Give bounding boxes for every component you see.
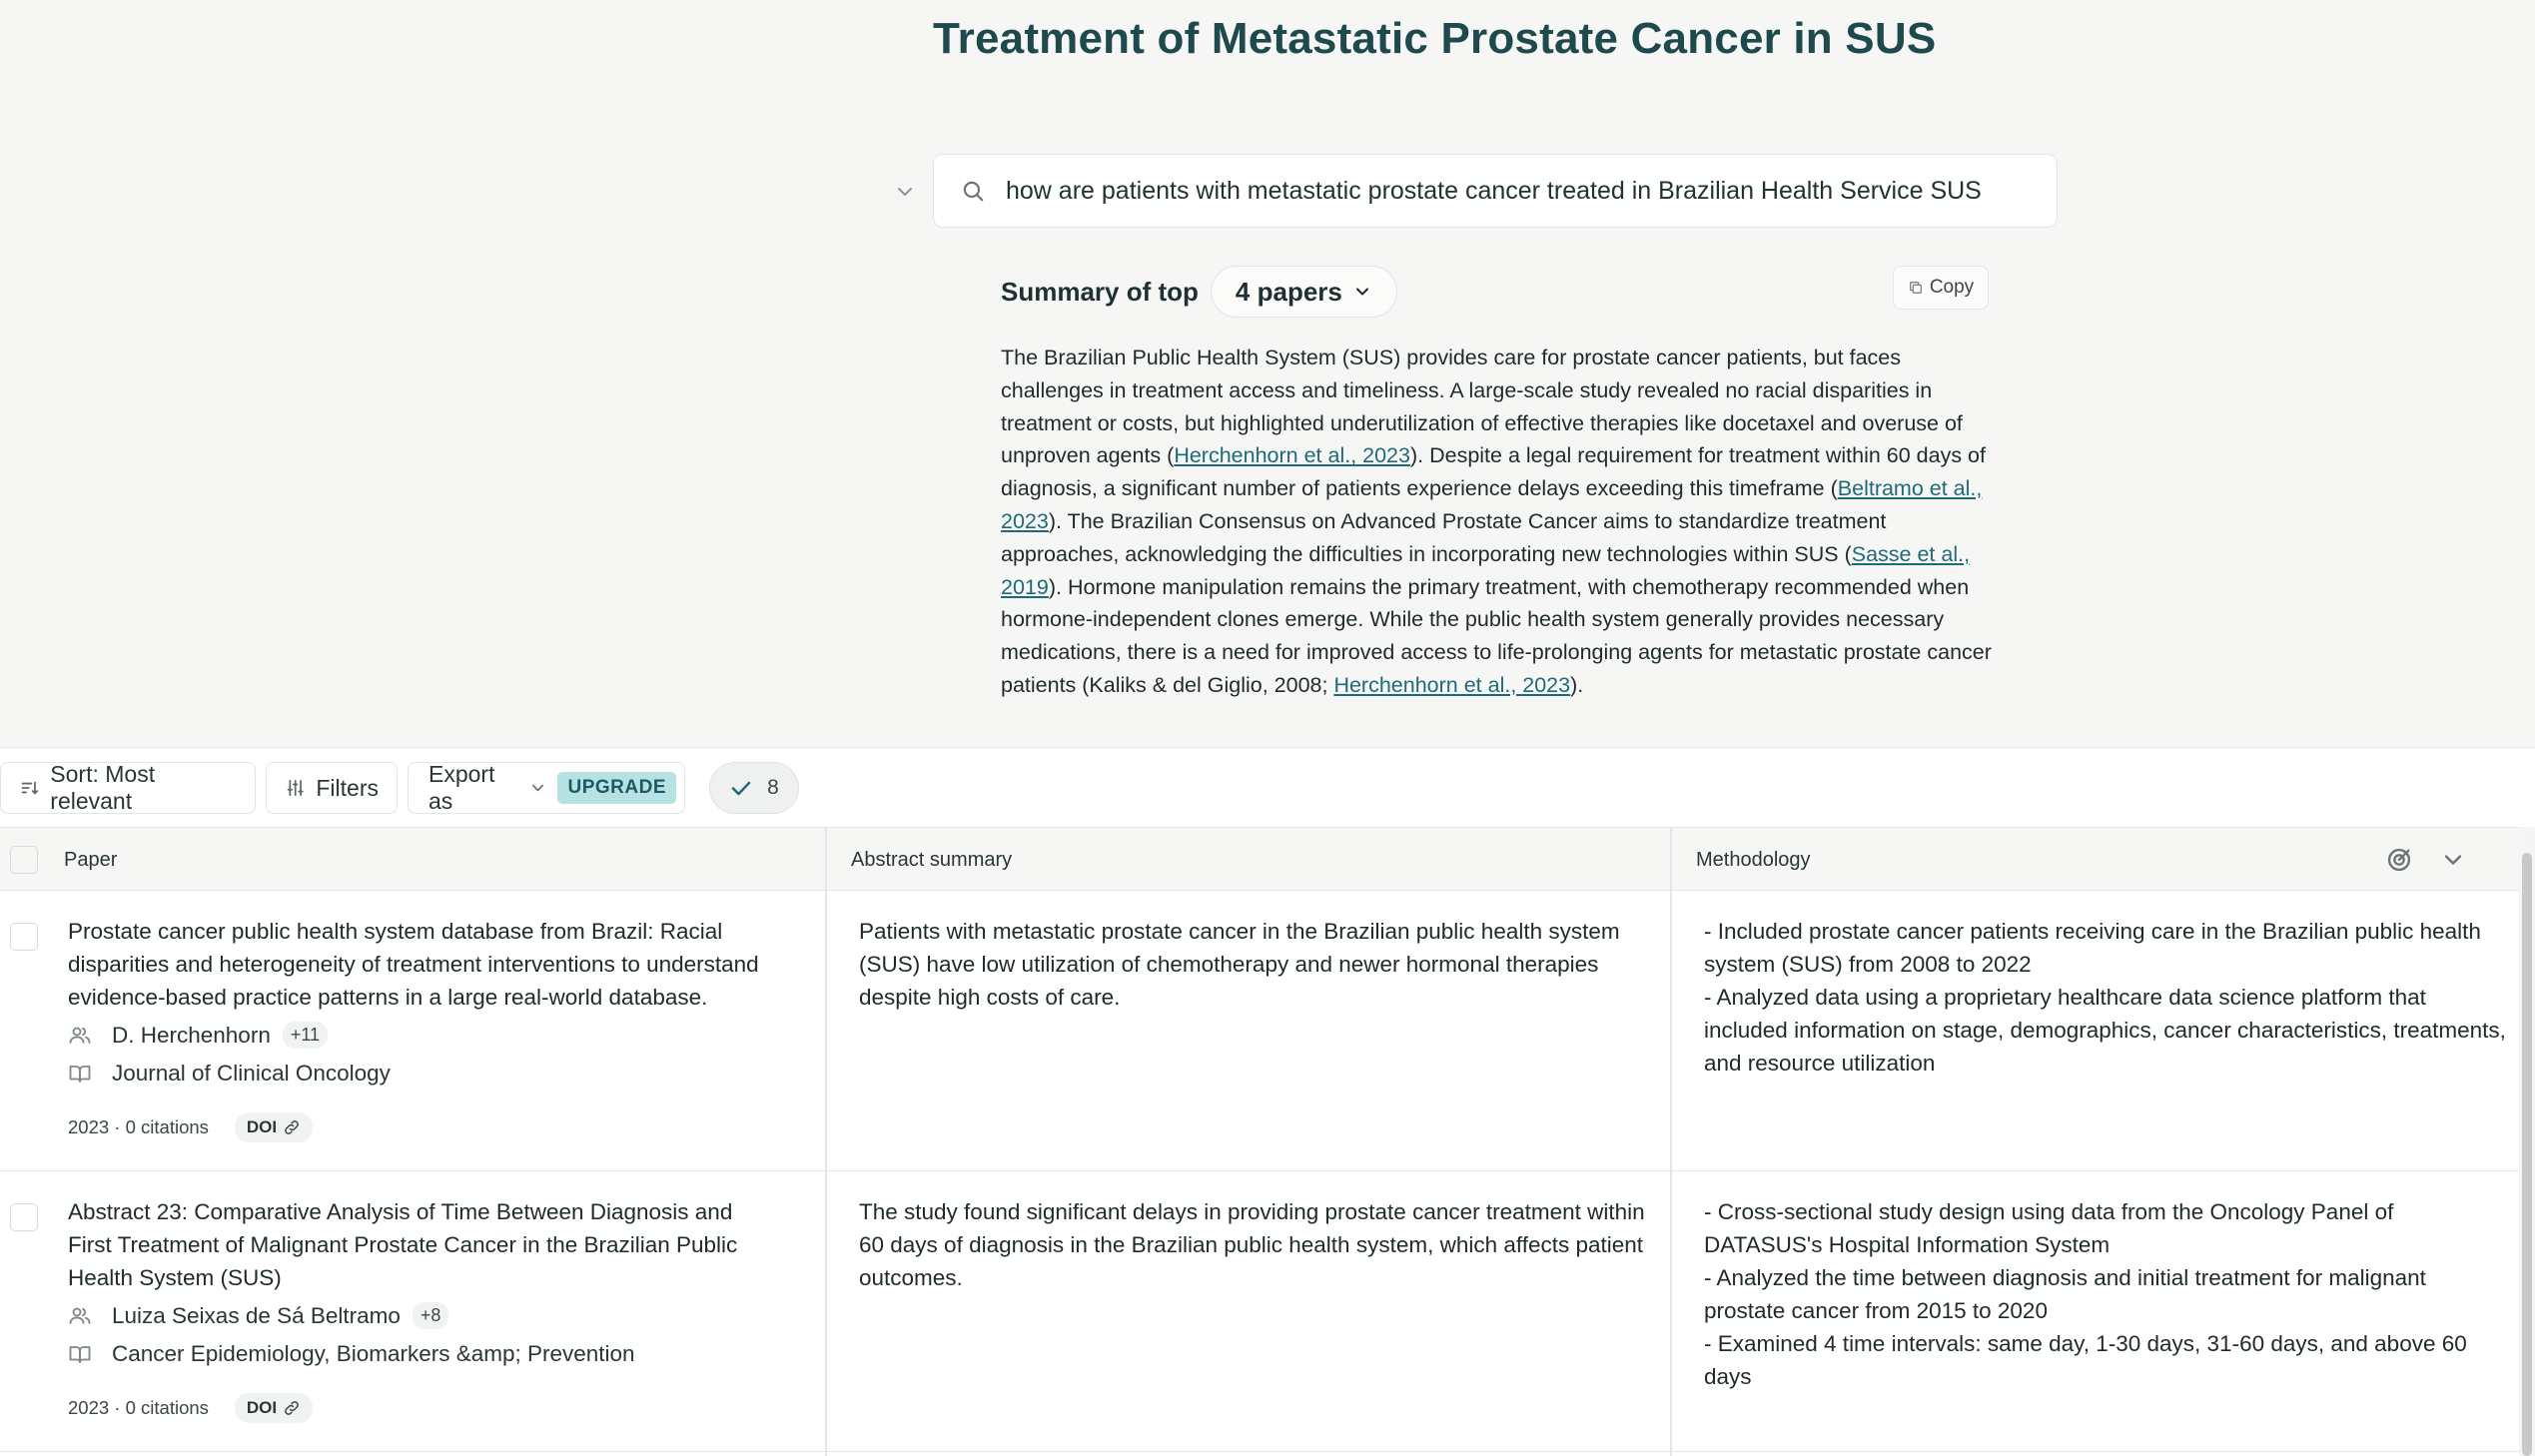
methodology-item: - Analyzed data using a proprietary heal…	[1704, 985, 2506, 1076]
doi-label: DOI	[246, 1117, 278, 1136]
paper-footer: 2023 · 0 citations DOI	[68, 1393, 314, 1423]
year-citations: 2023 · 0 citations	[68, 1397, 209, 1418]
doi-link[interactable]: DOI	[234, 1393, 314, 1423]
abstract-summary-cell: Patients with metastatic prostate cancer…	[859, 919, 1620, 1010]
journal-name: Cancer Epidemiology, Biomarkers &amp; Pr…	[112, 1341, 635, 1366]
page-title: Treatment of Metastatic Prostate Cancer …	[933, 14, 1937, 63]
table-row[interactable]: Abstract 23: Comparative Analysis of Tim…	[0, 1171, 2519, 1452]
methodology-cell: - Cross-sectional study design using dat…	[1704, 1195, 2511, 1393]
sort-button[interactable]: Sort: Most relevant	[0, 761, 256, 814]
upgrade-badge[interactable]: UPGRADE	[557, 772, 676, 804]
selected-count-pill[interactable]: 8	[709, 762, 799, 814]
summary-text-part: ).	[1570, 672, 1584, 697]
row-checkbox[interactable]	[10, 923, 38, 951]
citation-link[interactable]: Herchenhorn et al., 2023	[1174, 443, 1410, 467]
copy-button[interactable]: Copy	[1893, 266, 1989, 310]
more-authors-badge[interactable]: +11	[282, 1022, 329, 1049]
paper-title[interactable]: Prostate cancer public health system dat…	[68, 915, 767, 1014]
row-checkbox[interactable]	[10, 1203, 38, 1231]
sort-label: Sort: Most relevant	[50, 761, 156, 814]
column-header-methodology[interactable]: Methodology	[1696, 828, 1811, 892]
summary-text-part: ). The Brazilian Consensus on Advanced P…	[1001, 508, 1887, 566]
citation-link[interactable]: Herchenhorn et al., 2023	[1333, 673, 1570, 697]
column-header-paper[interactable]: Paper	[64, 828, 117, 892]
export-button[interactable]: Export as UPGRADE	[408, 761, 685, 814]
column-header-abstract[interactable]: Abstract summary	[851, 828, 1012, 892]
link-icon	[285, 1120, 300, 1134]
journal-name: Journal of Clinical Oncology	[112, 1061, 391, 1086]
methodology-item: - Analyzed the time between diagnosis an…	[1704, 1265, 2426, 1323]
chevron-down-icon	[532, 784, 544, 792]
methodology-item: - Examined 4 time intervals: same day, 1…	[1704, 1331, 2467, 1389]
author-name[interactable]: D. Herchenhorn	[112, 1023, 271, 1049]
scrollbar-thumb[interactable]	[2522, 853, 2532, 1456]
book-icon	[69, 1066, 91, 1083]
filters-label: Filters	[316, 774, 379, 801]
users-icon	[69, 1027, 91, 1044]
chevron-down-icon	[1355, 288, 1368, 296]
search-icon	[963, 181, 984, 202]
abstract-summary-cell: The study found significant delays in pr…	[859, 1199, 1645, 1290]
users-icon	[69, 1307, 91, 1324]
year-citations: 2023 · 0 citations	[68, 1116, 209, 1137]
sliders-icon	[287, 779, 304, 797]
authors-line: D. Herchenhorn +11	[68, 1022, 329, 1049]
methodology-cell: - Included prostate cancer patients rece…	[1704, 915, 2511, 1080]
papers-selector[interactable]: 4 papers	[1210, 266, 1397, 318]
filters-button[interactable]: Filters	[266, 762, 398, 814]
check-icon	[731, 781, 751, 796]
export-label: Export as	[428, 761, 495, 814]
journal-line: Journal of Clinical Oncology	[68, 1061, 391, 1087]
journal-line: Cancer Epidemiology, Biomarkers &amp; Pr…	[68, 1341, 635, 1367]
paper-footer: 2023 · 0 citations DOI	[68, 1112, 314, 1142]
summary-text: The Brazilian Public Health System (SUS)…	[1001, 342, 1996, 702]
paper-title[interactable]: Abstract 23: Comparative Analysis of Tim…	[68, 1195, 767, 1294]
search-box[interactable]: how are patients with metastatic prostat…	[933, 154, 2058, 228]
chevron-down-icon[interactable]	[2439, 846, 2467, 874]
summary-label: Summary of top	[1001, 276, 1199, 307]
results-toolbar: Sort: Most relevant Filters Export as UP…	[0, 747, 2535, 827]
sort-icon	[21, 781, 39, 795]
methodology-item: - Cross-sectional study design using dat…	[1704, 1199, 2394, 1257]
doi-link[interactable]: DOI	[234, 1112, 314, 1142]
table-row[interactable]: Prostate cancer public health system dat…	[0, 891, 2519, 1171]
results-table: Paper Abstract summary Methodology Prost…	[0, 827, 2519, 1456]
book-icon	[69, 1346, 91, 1363]
target-icon[interactable]	[2385, 846, 2413, 874]
papers-selector-label: 4 papers	[1235, 276, 1342, 307]
more-authors-badge[interactable]: +8	[412, 1302, 449, 1329]
selected-count: 8	[767, 776, 779, 799]
copy-label: Copy	[1929, 277, 1975, 298]
select-all-checkbox[interactable]	[10, 846, 38, 874]
link-icon	[285, 1401, 300, 1415]
table-header: Paper Abstract summary Methodology	[0, 827, 2519, 891]
chevron-down-icon[interactable]	[893, 180, 917, 204]
summary-area: Treatment of Metastatic Prostate Cancer …	[0, 0, 2535, 747]
scrollbar[interactable]	[2519, 827, 2535, 1456]
methodology-item: - Included prostate cancer patients rece…	[1704, 919, 2481, 977]
author-name[interactable]: Luiza Seixas de Sá Beltramo	[112, 1303, 401, 1329]
doi-label: DOI	[246, 1398, 278, 1417]
copy-icon	[1909, 282, 1922, 294]
summary-header: Summary of top 4 papers	[1001, 266, 1397, 318]
authors-line: Luiza Seixas de Sá Beltramo +8	[68, 1302, 449, 1329]
search-query[interactable]: how are patients with metastatic prostat…	[1006, 177, 1982, 206]
